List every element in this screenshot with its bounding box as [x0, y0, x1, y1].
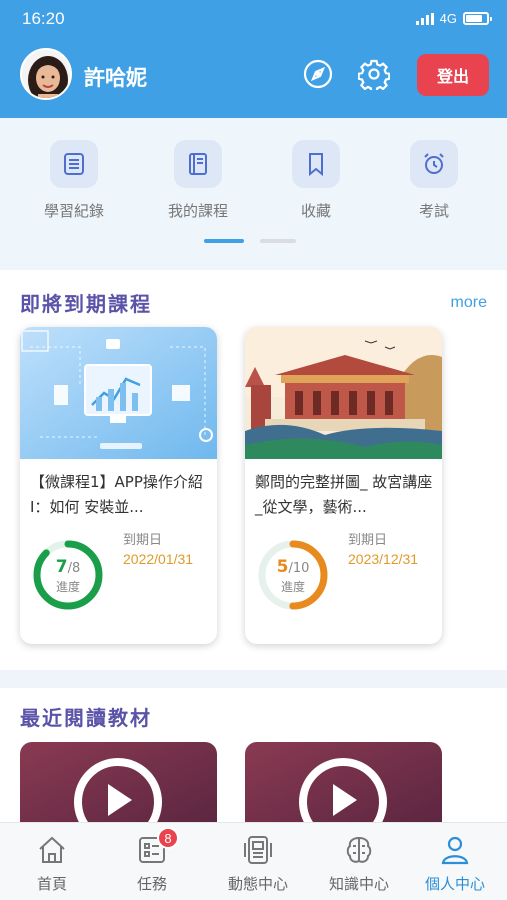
- tab-label: 個人中心: [424, 875, 485, 893]
- quick-item-my-courses[interactable]: 我的課程: [150, 140, 246, 221]
- course-thumbnail: [245, 327, 442, 459]
- quick-item-learning-record[interactable]: 學習紀錄: [26, 140, 122, 221]
- gear-icon[interactable]: [357, 58, 391, 93]
- section-title: 最近閱讀教材: [20, 706, 152, 730]
- due-label: 到期日: [123, 533, 163, 548]
- tab-label: 首頁: [36, 875, 67, 893]
- task-icon: 8: [135, 827, 179, 867]
- app-header: 16:20 4G 許哈妮 登出: [0, 0, 507, 118]
- username: 許哈妮: [84, 66, 147, 90]
- alarm-clock-icon: [410, 140, 458, 188]
- avatar[interactable]: [20, 48, 72, 100]
- quick-menu: 學習紀錄 我的課程 收藏 考試: [0, 118, 507, 270]
- status-indicators: 4G: [415, 11, 492, 26]
- section-title: 即將到期課程: [20, 292, 152, 316]
- progress-done: 7: [55, 557, 68, 577]
- course-title: 鄭問的完整拼圖_ 故宮講座 _從文學，藝術...: [255, 473, 433, 516]
- tab-label: 知識中心: [328, 875, 389, 893]
- course-title: 【微課程1】APP操作介紹 I：如何 安裝並...: [30, 473, 203, 516]
- tab-activity[interactable]: 動態中心: [208, 833, 308, 894]
- quick-item-favorites[interactable]: 收藏: [268, 140, 364, 221]
- progress-text: 7/8 進度: [32, 557, 104, 595]
- bookmark-icon: [292, 140, 340, 188]
- battery-icon: [463, 12, 492, 25]
- progress-text: 5/10 進度: [257, 557, 329, 595]
- tab-label: 動態中心: [227, 875, 288, 893]
- course-card[interactable]: 鄭問的完整拼圖_ 故宮講座 _從文學，藝術... 5/10 進度 到期日 202…: [245, 327, 442, 644]
- status-bar: 16:20 4G: [0, 0, 507, 38]
- brain-icon: [342, 833, 376, 867]
- quick-item-label: 考試: [418, 202, 449, 220]
- quick-item-label: 學習紀錄: [43, 202, 104, 220]
- progress-total: /10: [288, 561, 310, 576]
- quick-item-exam[interactable]: 考試: [386, 140, 482, 221]
- quick-item-label: 我的課程: [167, 202, 228, 220]
- tab-home[interactable]: 首頁: [2, 833, 102, 894]
- task-badge: 8: [157, 827, 179, 849]
- tab-tasks[interactable]: 8 任務: [102, 827, 202, 894]
- network-type: 4G: [439, 11, 457, 26]
- progress-total: /8: [67, 561, 81, 576]
- progress-label: 進度: [55, 580, 80, 594]
- upcoming-courses-section: 即將到期課程 more 【微課程1】APP操作介紹 I：如何 安裝並... 7/…: [0, 270, 507, 670]
- record-icon: [50, 140, 98, 188]
- progress-label: 進度: [280, 580, 305, 594]
- material-card[interactable]: [245, 742, 442, 832]
- tab-knowledge[interactable]: 知識中心: [309, 833, 409, 894]
- pager-dot-active[interactable]: [204, 239, 244, 243]
- tab-label: 任務: [136, 875, 167, 893]
- recent-materials-section: 最近閱讀教材: [0, 688, 507, 832]
- progress-done: 5: [276, 557, 289, 577]
- course-thumbnail: [20, 327, 217, 459]
- quick-item-label: 收藏: [300, 202, 331, 220]
- person-icon: [438, 833, 472, 867]
- status-time: 16:20: [22, 9, 65, 28]
- tab-profile[interactable]: 個人中心: [405, 833, 505, 894]
- signal-icon: [415, 12, 434, 25]
- compass-icon[interactable]: [302, 58, 334, 90]
- due-label: 到期日: [348, 533, 388, 548]
- activity-icon: [241, 833, 275, 867]
- material-card[interactable]: [20, 742, 217, 832]
- pager-dot[interactable]: [260, 239, 296, 243]
- logout-button[interactable]: 登出: [417, 54, 489, 96]
- home-icon: [35, 833, 69, 867]
- book-icon: [174, 140, 222, 188]
- more-link[interactable]: more: [451, 294, 487, 312]
- course-card[interactable]: 【微課程1】APP操作介紹 I：如何 安裝並... 7/8 進度 到期日 202…: [20, 327, 217, 644]
- due-date: 2023/12/31: [348, 551, 419, 567]
- bottom-tab-bar: 首頁 8 任務 動態中心 知識中心 個人中心: [0, 822, 507, 900]
- due-date: 2022/01/31: [123, 551, 194, 567]
